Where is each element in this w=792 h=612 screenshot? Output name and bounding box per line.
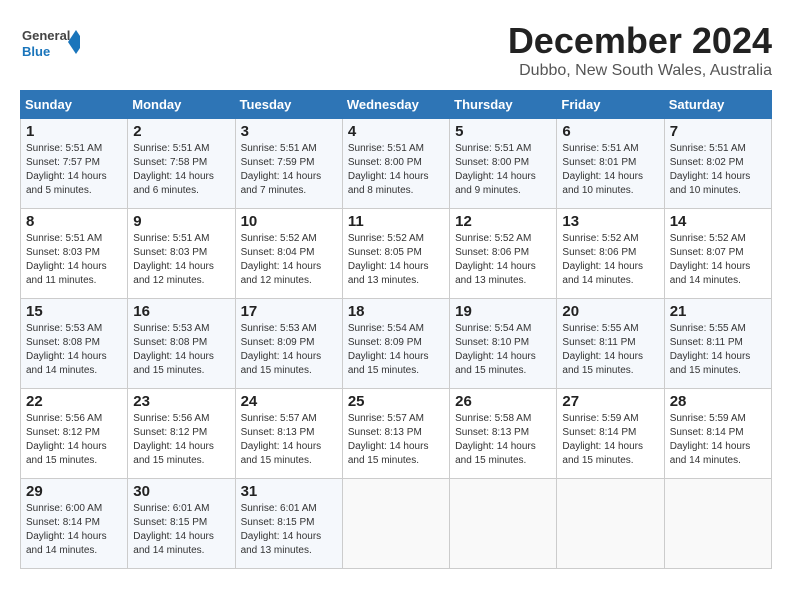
col-wednesday: Wednesday	[342, 91, 449, 119]
table-row: 2Sunrise: 5:51 AMSunset: 7:58 PMDaylight…	[128, 119, 235, 209]
calendar-subtitle: Dubbo, New South Wales, Australia	[508, 62, 772, 80]
table-row: 13Sunrise: 5:52 AMSunset: 8:06 PMDayligh…	[557, 209, 664, 299]
col-saturday: Saturday	[664, 91, 771, 119]
table-row: 6Sunrise: 5:51 AMSunset: 8:01 PMDaylight…	[557, 119, 664, 209]
svg-text:General: General	[22, 28, 70, 43]
header-row: Sunday Monday Tuesday Wednesday Thursday…	[21, 91, 772, 119]
table-row: 9Sunrise: 5:51 AMSunset: 8:03 PMDaylight…	[128, 209, 235, 299]
logo: General Blue	[20, 20, 80, 68]
calendar-title: December 2024	[508, 20, 772, 62]
table-row: 24Sunrise: 5:57 AMSunset: 8:13 PMDayligh…	[235, 389, 342, 479]
table-row: 22Sunrise: 5:56 AMSunset: 8:12 PMDayligh…	[21, 389, 128, 479]
col-thursday: Thursday	[450, 91, 557, 119]
table-row: 3Sunrise: 5:51 AMSunset: 7:59 PMDaylight…	[235, 119, 342, 209]
table-row: 16Sunrise: 5:53 AMSunset: 8:08 PMDayligh…	[128, 299, 235, 389]
table-row: 30Sunrise: 6:01 AMSunset: 8:15 PMDayligh…	[128, 479, 235, 569]
table-row: 21Sunrise: 5:55 AMSunset: 8:11 PMDayligh…	[664, 299, 771, 389]
table-row	[664, 479, 771, 569]
table-row: 10Sunrise: 5:52 AMSunset: 8:04 PMDayligh…	[235, 209, 342, 299]
table-row: 20Sunrise: 5:55 AMSunset: 8:11 PMDayligh…	[557, 299, 664, 389]
col-sunday: Sunday	[21, 91, 128, 119]
table-row: 25Sunrise: 5:57 AMSunset: 8:13 PMDayligh…	[342, 389, 449, 479]
col-monday: Monday	[128, 91, 235, 119]
table-row: 5Sunrise: 5:51 AMSunset: 8:00 PMDaylight…	[450, 119, 557, 209]
title-section: December 2024 Dubbo, New South Wales, Au…	[508, 20, 772, 80]
table-row: 28Sunrise: 5:59 AMSunset: 8:14 PMDayligh…	[664, 389, 771, 479]
table-row: 27Sunrise: 5:59 AMSunset: 8:14 PMDayligh…	[557, 389, 664, 479]
col-friday: Friday	[557, 91, 664, 119]
table-row: 17Sunrise: 5:53 AMSunset: 8:09 PMDayligh…	[235, 299, 342, 389]
table-row: 23Sunrise: 5:56 AMSunset: 8:12 PMDayligh…	[128, 389, 235, 479]
svg-text:Blue: Blue	[22, 44, 50, 59]
col-tuesday: Tuesday	[235, 91, 342, 119]
table-row: 1Sunrise: 5:51 AMSunset: 7:57 PMDaylight…	[21, 119, 128, 209]
table-row: 7Sunrise: 5:51 AMSunset: 8:02 PMDaylight…	[664, 119, 771, 209]
page-header: General Blue December 2024 Dubbo, New So…	[20, 20, 772, 80]
calendar-table: Sunday Monday Tuesday Wednesday Thursday…	[20, 90, 772, 569]
table-row: 31Sunrise: 6:01 AMSunset: 8:15 PMDayligh…	[235, 479, 342, 569]
table-row	[557, 479, 664, 569]
table-row: 11Sunrise: 5:52 AMSunset: 8:05 PMDayligh…	[342, 209, 449, 299]
table-row: 14Sunrise: 5:52 AMSunset: 8:07 PMDayligh…	[664, 209, 771, 299]
table-row	[342, 479, 449, 569]
table-row: 8Sunrise: 5:51 AMSunset: 8:03 PMDaylight…	[21, 209, 128, 299]
table-row: 29Sunrise: 6:00 AMSunset: 8:14 PMDayligh…	[21, 479, 128, 569]
table-row: 19Sunrise: 5:54 AMSunset: 8:10 PMDayligh…	[450, 299, 557, 389]
table-row: 12Sunrise: 5:52 AMSunset: 8:06 PMDayligh…	[450, 209, 557, 299]
table-row	[450, 479, 557, 569]
table-row: 15Sunrise: 5:53 AMSunset: 8:08 PMDayligh…	[21, 299, 128, 389]
table-row: 18Sunrise: 5:54 AMSunset: 8:09 PMDayligh…	[342, 299, 449, 389]
table-row: 4Sunrise: 5:51 AMSunset: 8:00 PMDaylight…	[342, 119, 449, 209]
table-row: 26Sunrise: 5:58 AMSunset: 8:13 PMDayligh…	[450, 389, 557, 479]
